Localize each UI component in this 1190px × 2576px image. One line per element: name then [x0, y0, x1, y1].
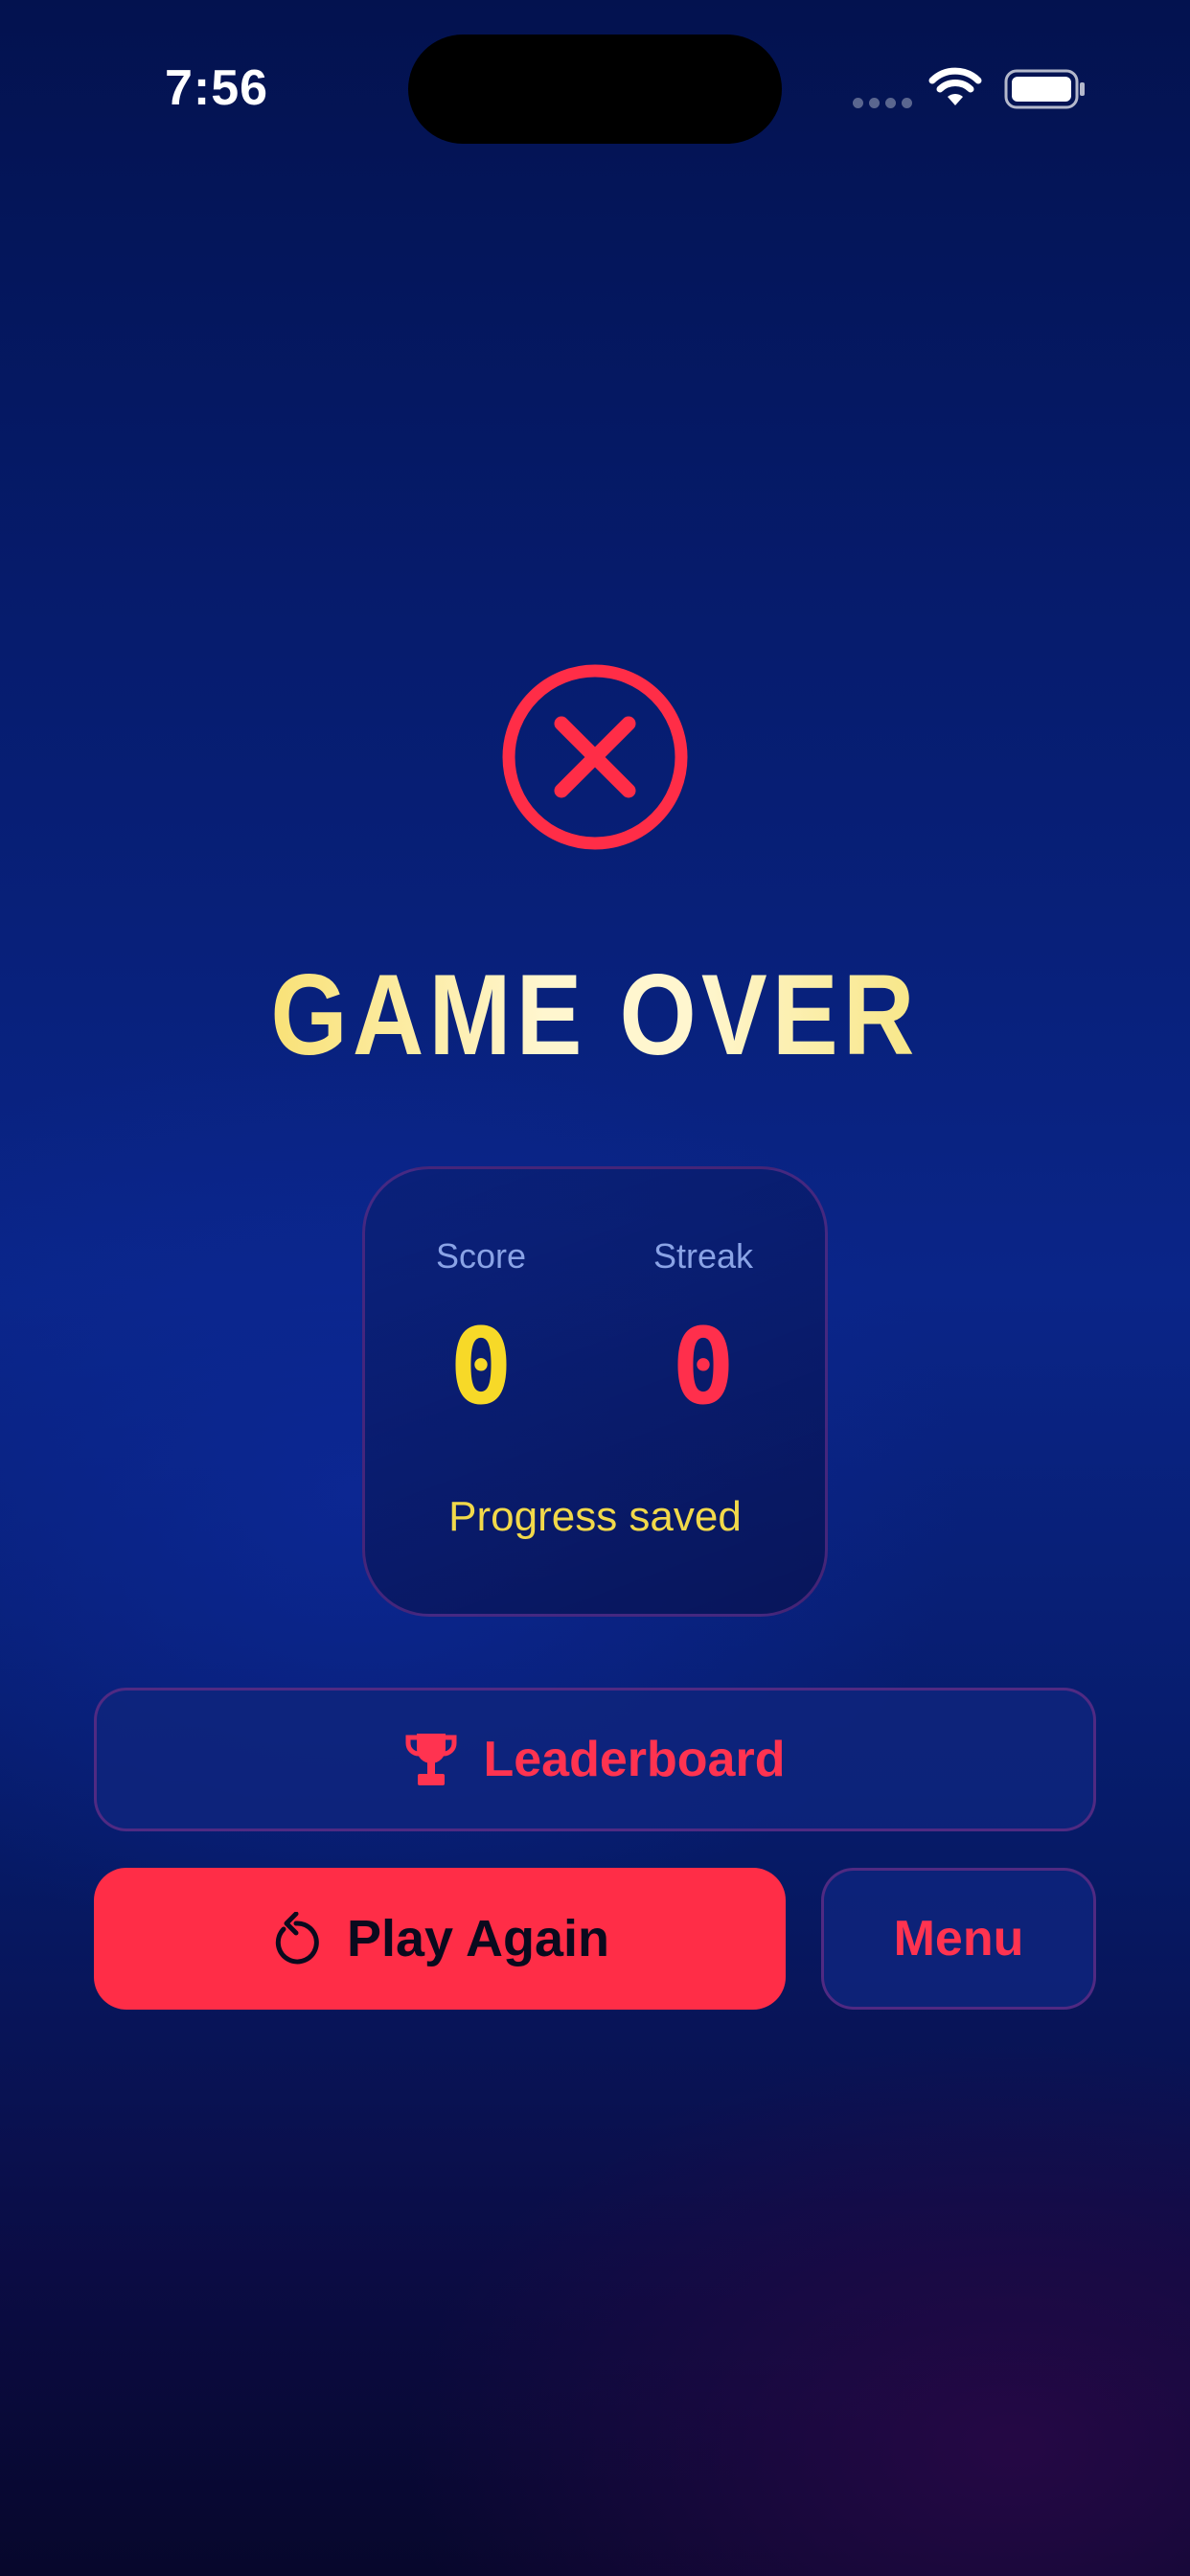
leaderboard-button[interactable]: Leaderboard [94, 1688, 1096, 1831]
score-label: Score [435, 1236, 527, 1276]
wifi-icon [928, 67, 982, 105]
score-value: 0 [448, 1305, 514, 1428]
x-circle-icon [502, 664, 688, 850]
leaderboard-label: Leaderboard [483, 1732, 786, 1787]
trophy-icon [405, 1734, 456, 1785]
restart-icon [275, 1912, 319, 1965]
menu-button[interactable]: Menu [821, 1868, 1096, 2010]
dynamic-island [408, 34, 782, 144]
menu-label: Menu [893, 1911, 1024, 1966]
battery-icon [1004, 69, 1085, 109]
streak-value: 0 [671, 1305, 736, 1428]
game-over-title: GAME OVER [83, 949, 1107, 1081]
play-again-label: Play Again [346, 1910, 610, 1967]
streak-label: Streak [652, 1236, 754, 1276]
status-time: 7:56 [165, 60, 269, 116]
play-again-button[interactable]: Play Again [94, 1868, 786, 2010]
progress-status: Progress saved [448, 1493, 742, 1540]
signal-icon [853, 98, 912, 108]
